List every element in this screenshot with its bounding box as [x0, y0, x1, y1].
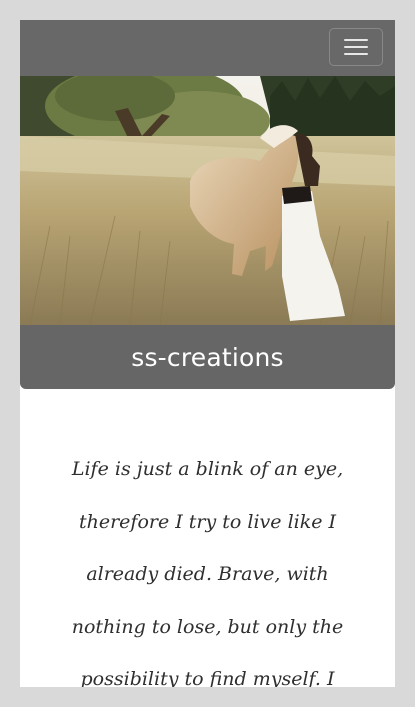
- quote-line: Life is just a blink of an eye,: [71, 458, 344, 480]
- site-title-bar: ss-creations: [20, 325, 395, 389]
- quote-line: possibility to find myself. I: [80, 668, 335, 687]
- quote-text: Life is just a blink of an eye, therefor…: [42, 443, 373, 687]
- quote-line: nothing to lose, but only the: [71, 615, 344, 638]
- quote-line: therefore I try to live like I: [78, 510, 337, 533]
- site-title[interactable]: ss-creations: [131, 343, 284, 372]
- hero-image: [20, 76, 395, 325]
- menu-bar: [344, 39, 368, 41]
- quote-line: already died. Brave, with: [86, 563, 329, 585]
- menu-bar: [344, 53, 368, 55]
- navbar: [20, 20, 395, 76]
- hamburger-menu-button[interactable]: [329, 28, 383, 66]
- hero-photo: [20, 76, 395, 325]
- mobile-page: ss-creations Life is just a blink of an …: [20, 20, 395, 687]
- menu-bar: [344, 46, 368, 48]
